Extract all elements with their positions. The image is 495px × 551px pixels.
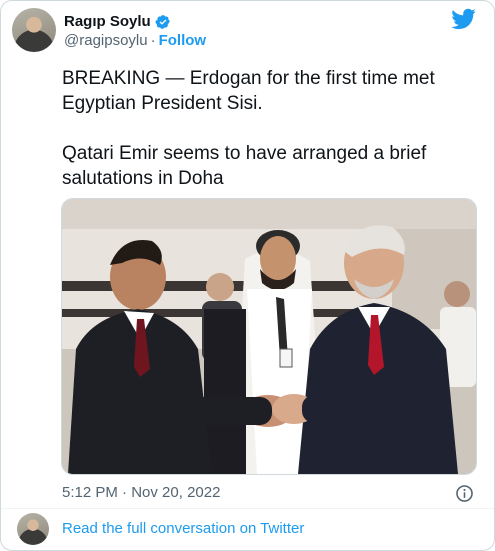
tweet-text: BREAKING — Erdogan for the first time me…: [62, 68, 435, 189]
read-conversation-link[interactable]: Read the full conversation on Twitter: [62, 520, 304, 537]
photo-scene: [62, 199, 476, 474]
tweet-date[interactable]: Nov 20, 2022: [131, 484, 220, 501]
author-name-row: Ragıp Soylu: [64, 13, 171, 30]
info-icon[interactable]: [455, 484, 474, 503]
verified-badge-icon: [155, 14, 170, 29]
tweet-photo[interactable]: [61, 198, 477, 475]
follow-button[interactable]: Follow: [159, 32, 207, 49]
tweet-timestamp[interactable]: 5:12 PM · Nov 20, 2022: [62, 484, 220, 501]
tweet-footer: Read the full conversation on Twitter: [17, 513, 477, 545]
author-handle[interactable]: @ragipsoylu: [64, 32, 148, 49]
tweet-header: Ragıp Soylu @ragipsoylu · Follow: [12, 8, 484, 54]
author-avatar[interactable]: [12, 8, 56, 52]
handle-separator: ·: [150, 32, 156, 49]
author-handle-row: @ragipsoylu · Follow: [64, 32, 206, 49]
footer-avatar[interactable]: [17, 513, 49, 545]
tweet-embed-card: Ragıp Soylu @ragipsoylu · Follow BREAKING …: [0, 0, 495, 551]
timestamp-separator: ·: [122, 484, 128, 501]
footer-divider: [1, 508, 494, 509]
author-name[interactable]: Ragıp Soylu: [64, 13, 151, 30]
twitter-bird-icon[interactable]: [451, 8, 476, 30]
tweet-time[interactable]: 5:12 PM: [62, 484, 118, 501]
